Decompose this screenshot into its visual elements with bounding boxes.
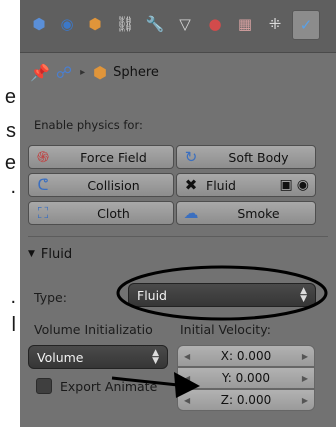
collision-label: Collision	[87, 177, 140, 193]
velocity-z-value: Z: 0.000	[220, 393, 272, 407]
cloth-label: Cloth	[97, 205, 130, 221]
fluid-label: Fluid	[206, 177, 236, 193]
velocity-x-value: X: 0.000	[220, 349, 272, 363]
material-tab-icon[interactable]: ●	[202, 10, 228, 38]
cloth-icon: ⛶	[37, 204, 49, 222]
breadcrumb-separator: ▸	[80, 66, 86, 78]
render-tab-icon[interactable]: ⬢	[26, 10, 52, 38]
smoke-icon: ☁	[183, 204, 199, 222]
background-text-char: .	[10, 286, 16, 308]
modifiers-tab-icon[interactable]: 🔧	[142, 10, 168, 38]
initial-velocity-label: Initial Velocity:	[180, 322, 271, 337]
export-animated-label: Export Animate	[60, 378, 158, 394]
tab-glyph: ⁜	[268, 15, 282, 33]
camera-icon[interactable]: ▣	[280, 177, 293, 193]
properties-panel: ⬢ ◉ ⬢ ⛓ 🔧 ▽ ● ▦ ⁜ ✓ 📌 ☍ ▸ ⬢ Sphere Enabl…	[20, 0, 336, 427]
constraints-tab-icon[interactable]: ⛓	[112, 10, 138, 38]
world-tab-icon[interactable]: ◉	[54, 10, 80, 38]
collision-icon: ᕦ	[37, 176, 49, 194]
breadcrumb: 📌 ☍ ▸ ⬢ Sphere	[30, 60, 159, 84]
data-tab-icon[interactable]: ▽	[172, 10, 198, 38]
force-field-label: Force Field	[80, 149, 147, 165]
fluid-button[interactable]: ✖ Fluid ▣ ◉	[176, 173, 316, 197]
background-text-char: e	[4, 86, 16, 108]
fluid-section-header[interactable]: ▼ Fluid	[28, 243, 72, 265]
fluid-section-title: Fluid	[40, 246, 73, 262]
tab-glyph: ⛓	[115, 15, 135, 33]
physics-tab-icon[interactable]: ✓	[292, 10, 320, 40]
tab-glyph: ●	[208, 15, 222, 33]
decrement-arrow-icon[interactable]: ◀	[184, 352, 190, 361]
collision-button[interactable]: ᕦ Collision	[28, 173, 174, 197]
background-text: e s e . . l	[0, 0, 16, 427]
fluid-type-select[interactable]: Fluid ▲ ▼	[128, 283, 316, 307]
velocity-y-value: Y: 0.000	[222, 371, 270, 385]
enable-physics-label: Enable physics for:	[34, 118, 143, 132]
tab-glyph: ▦	[237, 15, 253, 33]
increment-arrow-icon[interactable]: ▶	[302, 352, 308, 361]
object-tab-icon[interactable]: ⬢	[82, 10, 108, 38]
fluid-type-value: Fluid	[137, 287, 167, 303]
force-field-button[interactable]: ֍ Force Field	[28, 145, 174, 169]
force-field-icon: ֍	[36, 148, 50, 166]
decrement-arrow-icon[interactable]: ◀	[184, 396, 190, 405]
smoke-button[interactable]: ☁ Smoke	[176, 201, 316, 225]
velocity-z-field[interactable]: ◀ Z: 0.000 ▶	[177, 389, 315, 411]
decrement-arrow-icon[interactable]: ◀	[184, 374, 190, 383]
properties-tab-bar: ⬢ ◉ ⬢ ⛓ 🔧 ▽ ● ▦ ⁜ ✓	[20, 0, 336, 53]
checkbox-box[interactable]	[36, 378, 52, 394]
eye-icon[interactable]: ◉	[297, 177, 309, 193]
pin-icon[interactable]: 📌	[30, 63, 50, 82]
background-text-char: e	[4, 152, 16, 174]
velocity-y-field[interactable]: ◀ Y: 0.000 ▶	[177, 367, 315, 389]
tab-glyph: ⬢	[88, 15, 102, 33]
soft-body-icon: ↻	[184, 148, 198, 166]
background-text-char: l	[11, 314, 16, 336]
soft-body-label: Soft Body	[228, 149, 289, 165]
collapse-triangle-icon: ▼	[28, 249, 35, 259]
section-divider	[28, 236, 328, 237]
tab-glyph: ✓	[299, 16, 313, 34]
volume-initialization-label: Volume Initializatio	[34, 322, 153, 337]
cloth-button[interactable]: ⛶ Cloth	[28, 201, 174, 225]
texture-tab-icon[interactable]: ▦	[232, 10, 258, 38]
object-cube-icon: ⬢	[93, 62, 108, 82]
select-arrows-icon: ▲ ▼	[300, 286, 307, 304]
particles-tab-icon[interactable]: ⁜	[262, 10, 288, 38]
tab-glyph: ▽	[179, 15, 191, 33]
background-text-char: s	[6, 120, 16, 142]
scene-icon: ☍	[55, 62, 73, 82]
volume-init-value: Volume	[37, 349, 84, 365]
breadcrumb-object-name: Sphere	[113, 64, 159, 80]
remove-x-icon[interactable]: ✖	[180, 176, 202, 194]
tab-glyph: ◉	[60, 15, 74, 33]
tab-glyph: 🔧	[145, 15, 165, 33]
background-text-char: .	[10, 176, 16, 198]
select-arrows-icon: ▲ ▼	[152, 348, 159, 366]
volume-init-select[interactable]: Volume ▲ ▼	[28, 345, 168, 369]
type-label: Type:	[34, 290, 67, 305]
smoke-label: Smoke	[237, 205, 280, 221]
soft-body-button[interactable]: ↻ Soft Body	[176, 145, 316, 169]
export-animated-checkbox[interactable]: Export Animate	[36, 378, 157, 394]
increment-arrow-icon[interactable]: ▶	[302, 374, 308, 383]
increment-arrow-icon[interactable]: ▶	[302, 396, 308, 405]
tab-glyph: ⬢	[32, 15, 46, 33]
velocity-x-field[interactable]: ◀ X: 0.000 ▶	[177, 345, 315, 367]
